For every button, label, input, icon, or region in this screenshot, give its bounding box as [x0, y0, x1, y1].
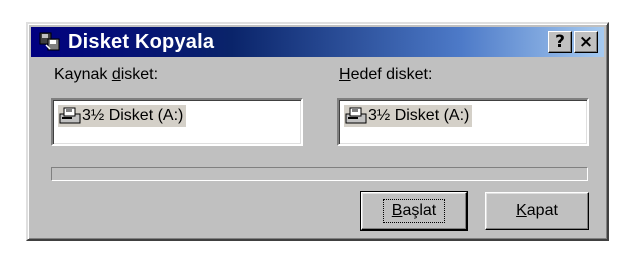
destination-label-accel: H [339, 66, 351, 83]
copy-disk-dialog: Disket Kopyala ? × Kaynak disket: Hedef … [26, 22, 609, 241]
title-buttons: ? × [548, 31, 598, 53]
close-button-label: Kapat [516, 202, 558, 220]
copy-disk-icon [38, 31, 62, 53]
floppy-drive-icon [344, 106, 368, 126]
source-disk-label: Kaynak disket: [54, 66, 158, 84]
help-button[interactable]: ? [548, 31, 572, 53]
destination-label-suffix: edef disket: [350, 66, 433, 83]
start-button-focus: Başlat [382, 199, 446, 223]
close-dialog-button[interactable]: Kapat [485, 192, 589, 230]
title-bar[interactable]: Disket Kopyala ? × [31, 27, 604, 57]
start-rest: aşlat [402, 202, 437, 219]
close-accel: K [516, 202, 527, 219]
source-disk-list[interactable]: 3½ Disket (A:) [51, 98, 303, 146]
destination-disk-list[interactable]: 3½ Disket (A:) [337, 98, 589, 146]
screenshot-canvas: Disket Kopyala ? × Kaynak disket: Hedef … [0, 0, 623, 253]
destination-disk-item[interactable]: 3½ Disket (A:) [344, 105, 473, 127]
source-label-prefix: Kaynak [54, 66, 112, 83]
start-button[interactable]: Başlat [360, 191, 468, 231]
start-accel: B [391, 202, 403, 219]
source-disk-item[interactable]: 3½ Disket (A:) [58, 105, 187, 127]
destination-disk-name: 3½ Disket (A:) [368, 107, 470, 124]
source-disk-name: 3½ Disket (A:) [82, 107, 184, 124]
floppy-drive-icon [58, 106, 82, 126]
window-title: Disket Kopyala [68, 30, 215, 53]
source-label-suffix: isket: [120, 66, 159, 83]
close-rest: apat [526, 202, 558, 219]
source-label-accel: d [111, 66, 121, 83]
close-button[interactable]: × [574, 31, 598, 53]
copy-progress-bar [51, 167, 588, 181]
destination-disk-label: Hedef disket: [339, 66, 432, 84]
